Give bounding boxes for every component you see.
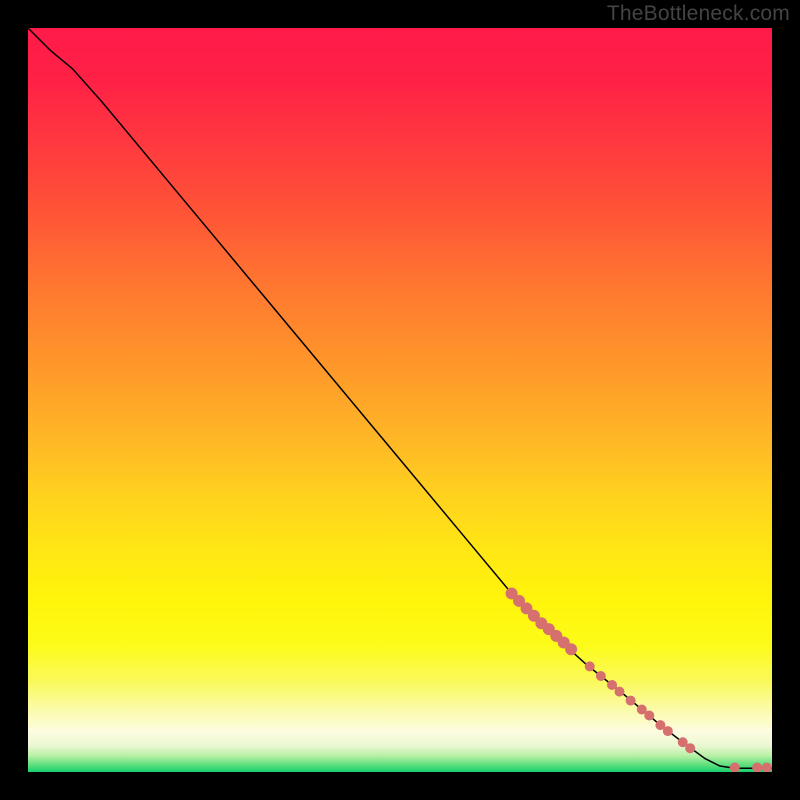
marker-point	[663, 726, 673, 736]
marker-point	[644, 710, 654, 720]
marker-point	[607, 680, 617, 690]
marker-point	[614, 687, 624, 697]
watermark-text: TheBottleneck.com	[607, 2, 790, 26]
marker-point	[626, 696, 636, 706]
marker-point	[585, 661, 595, 671]
chart-background	[28, 28, 772, 772]
marker-point	[596, 671, 606, 681]
chart-svg	[28, 28, 772, 772]
marker-point	[565, 643, 577, 655]
app-frame: TheBottleneck.com	[0, 0, 800, 800]
marker-point	[685, 743, 695, 753]
chart-plot-area	[28, 28, 772, 772]
